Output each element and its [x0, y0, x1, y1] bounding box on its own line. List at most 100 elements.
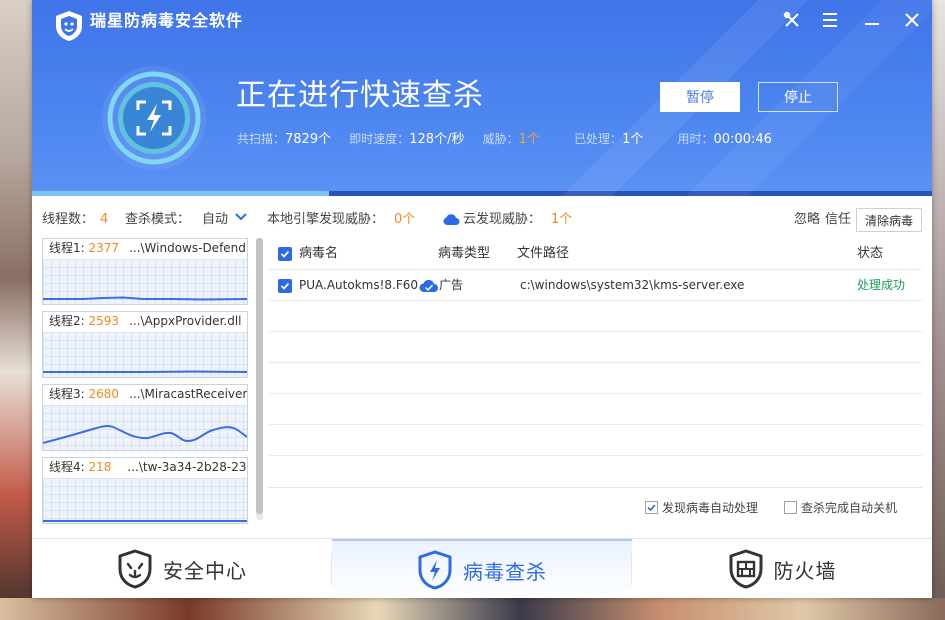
desktop-wallpaper-bottom	[0, 598, 945, 620]
stat-threat-label: 威胁：	[482, 132, 519, 146]
thread-count: 线程数： 4	[42, 211, 108, 229]
tab-security-center[interactable]: 安全中心	[32, 539, 332, 598]
local-engine-label: 本地引擎发现威胁：	[267, 212, 385, 227]
thread-label: 线程1:	[49, 241, 85, 255]
row-file-path: c:\windows\system32\kms-server.exe	[520, 278, 745, 292]
thread-activity-graph	[43, 332, 247, 377]
stat-handled-value: 1个	[622, 132, 644, 147]
tab-firewall[interactable]: 防火墙	[632, 539, 932, 598]
row-virus-name: PUA.Autokms!8.F60B	[299, 278, 419, 292]
scan-header: 瑞星防病毒安全软件 正在进行快速查杀 共扫描：7829个 即时速度：128个/秒…	[32, 0, 932, 196]
cloud-check-icon	[419, 279, 438, 293]
thread-activity-graph	[43, 259, 247, 304]
thread-panel-scrollbar[interactable]	[256, 238, 263, 520]
auto-handle-checkbox[interactable]	[645, 501, 658, 514]
stat-handled: 已处理：1个	[574, 132, 643, 147]
scan-mode-label: 查杀模式：	[125, 212, 191, 227]
scan-mode-dropdown[interactable]: 自动	[202, 211, 248, 229]
stat-time-label: 用时：	[677, 132, 714, 146]
thread-header: 线程3: 2680 ...\MiracastReceiverI	[43, 385, 247, 405]
auto-shutdown-label: 查杀完成自动关机	[801, 501, 898, 515]
header-file-path[interactable]: 文件路径	[517, 238, 569, 269]
stat-scanned-label: 共扫描：	[237, 132, 286, 146]
bottom-navigation: 安全中心 病毒查杀 防火墙	[32, 538, 932, 598]
select-all-checkbox[interactable]	[278, 247, 292, 261]
auto-shutdown-option[interactable]: 查杀完成自动关机	[784, 500, 897, 516]
thread-count-value: 4	[100, 212, 109, 227]
scan-stats: 共扫描：7829个 即时速度：128个/秒 威胁： 1个 已处理：1个 用时：00…	[237, 130, 786, 149]
app-window: 瑞星防病毒安全软件 正在进行快速查杀 共扫描：7829个 即时速度：128个/秒…	[32, 0, 932, 598]
scan-mode-value: 自动	[202, 212, 229, 227]
thread-file-count: 2680	[88, 387, 120, 401]
table-header: 病毒名 病毒类型 文件路径 状态	[268, 238, 922, 270]
row-status: 处理成功	[857, 278, 906, 292]
pause-button[interactable]: 暂停	[660, 82, 740, 112]
table-row-empty	[268, 332, 922, 363]
table-row-empty	[268, 425, 922, 456]
desktop-wallpaper-right	[932, 0, 945, 620]
ignore-link[interactable]: 忽略	[794, 211, 820, 229]
header-status[interactable]: 状态	[857, 238, 883, 269]
header-virus-name[interactable]: 病毒名	[299, 238, 338, 269]
thread-current-file: ...\AppxProvider.dll	[129, 314, 242, 328]
close-icon	[905, 13, 919, 27]
tab-firewall-label: 防火墙	[773, 558, 837, 583]
thread-item: 线程1: 2377 ...\Windows-Defend	[42, 238, 248, 305]
tools-button[interactable]	[778, 6, 806, 34]
thread-header: 线程1: 2377 ...\Windows-Defend	[43, 239, 247, 259]
minimize-button[interactable]	[858, 6, 886, 34]
chevron-down-icon	[235, 213, 247, 221]
check-icon	[280, 250, 290, 258]
auto-handle-option[interactable]: 发现病毒自动处理	[645, 500, 758, 516]
check-icon	[280, 282, 290, 290]
firewall-shield-icon	[729, 549, 762, 589]
stat-speed-value: 128个/秒	[409, 132, 465, 147]
minimize-icon	[865, 23, 879, 25]
check-icon	[647, 504, 656, 512]
menu-button[interactable]	[816, 6, 844, 34]
rising-lion-logo-icon	[56, 11, 82, 41]
thread-item: 线程3: 2680 ...\MiracastReceiverI	[42, 384, 248, 451]
lion-shield-icon	[118, 549, 152, 589]
close-button[interactable]	[898, 6, 926, 34]
stat-time: 用时：00:00:46	[677, 132, 771, 147]
tab-virus-scan-label: 病毒查杀	[463, 559, 547, 584]
stop-button[interactable]: 停止	[758, 82, 838, 112]
scrollbar-thumb[interactable]	[256, 238, 263, 514]
scan-mode: 查杀模式：	[125, 211, 190, 229]
tab-virus-scan[interactable]: 病毒查杀	[332, 539, 632, 598]
row-virus-type: 广告	[439, 278, 464, 292]
thread-item: 线程2: 2593 ...\AppxProvider.dll	[42, 311, 248, 378]
auto-shutdown-checkbox[interactable]	[784, 501, 797, 514]
scan-progress-fill	[32, 191, 329, 196]
local-engine-value: 0个	[394, 212, 416, 227]
tab-security-center-label: 安全中心	[163, 558, 247, 583]
local-engine-threats: 本地引擎发现威胁： 0个	[267, 211, 415, 229]
thread-file-count: 218	[88, 460, 112, 474]
stat-scanned: 共扫描：7829个	[237, 132, 331, 147]
header-virus-type[interactable]: 病毒类型	[438, 238, 490, 269]
auto-handle-label: 发现病毒自动处理	[662, 501, 759, 515]
table-row-empty	[268, 301, 922, 332]
thread-file-count: 2593	[88, 314, 120, 328]
row-checkbox[interactable]	[278, 279, 292, 293]
scan-progress-bar	[32, 191, 932, 196]
threat-table: 病毒名 病毒类型 文件路径 状态 PUA.Autokms!8.F60B 广告 c…	[268, 238, 922, 487]
cloud-check-icon	[443, 214, 460, 225]
thread-label: 线程4:	[49, 460, 85, 474]
table-row-empty	[268, 363, 922, 394]
table-bottom-divider	[268, 487, 922, 488]
hamburger-menu-icon	[823, 13, 837, 27]
scan-progress-ring-icon	[102, 66, 206, 170]
thread-activity-graph	[43, 478, 247, 523]
thread-monitor-panel: 线程1: 2377 ...\Windows-Defend 线程2: 2593...…	[42, 238, 263, 524]
clean-virus-button[interactable]: 清除病毒	[856, 208, 922, 232]
stat-speed: 即时速度：128个/秒	[349, 132, 464, 147]
table-row[interactable]: PUA.Autokms!8.F60B 广告 c:\windows\system3…	[268, 270, 922, 301]
trust-link[interactable]: 信任	[825, 211, 851, 229]
thread-current-file: ...\MiracastReceiverI	[129, 387, 247, 401]
thread-header: 线程4: 218 ...\tw-3a34-2b28-230	[43, 458, 247, 478]
app-title: 瑞星防病毒安全软件	[90, 11, 244, 30]
thread-current-file: ...\tw-3a34-2b28-230	[127, 460, 247, 474]
stat-handled-label: 已处理：	[574, 132, 623, 146]
